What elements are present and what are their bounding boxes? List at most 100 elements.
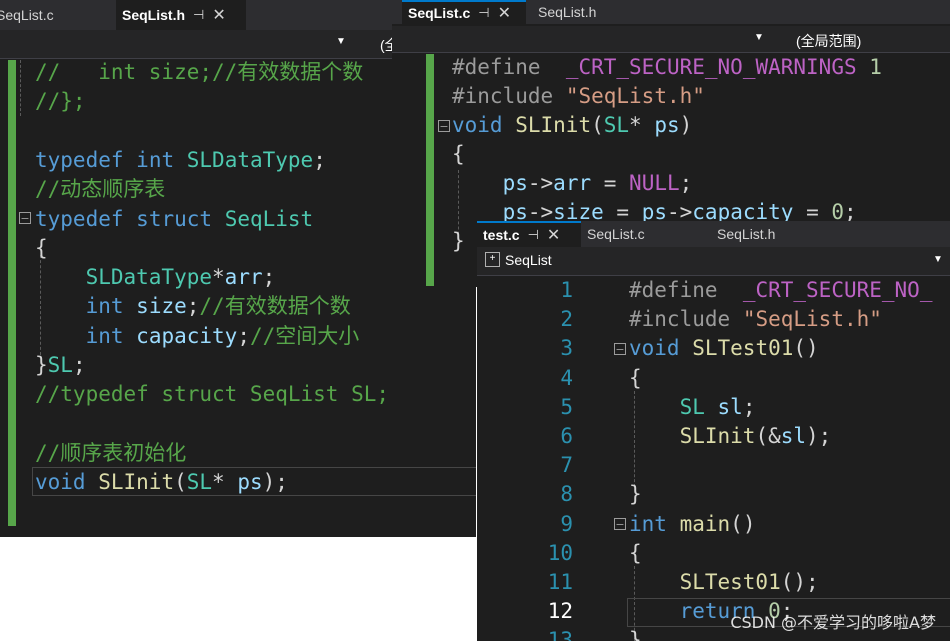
code-line: //动态顺序表 xyxy=(35,175,165,204)
tab-label: SeqList.c xyxy=(0,7,54,23)
code-line: { xyxy=(35,234,48,263)
project-dropdown[interactable]: SeqList xyxy=(505,252,552,268)
code-token: (& xyxy=(755,424,781,448)
code-token: ); xyxy=(262,470,288,495)
code-token: SeqList xyxy=(224,206,314,231)
line-number: 7 xyxy=(560,453,573,478)
code-line: ps->arr = NULL; xyxy=(452,169,693,198)
code-token: capacity xyxy=(136,323,238,348)
code-line: int capacity;//空间大小 xyxy=(35,322,360,351)
tab-test-c[interactable]: test.c ⊣ ✕ xyxy=(477,221,581,247)
chevron-down-icon[interactable]: ▼ xyxy=(754,32,764,43)
code-line: //顺序表初始化 xyxy=(35,439,186,468)
code-line: { xyxy=(452,140,465,169)
code-token: { xyxy=(35,235,48,260)
collapse-icon[interactable]: − xyxy=(614,518,626,530)
code-token: "SeqList.h" xyxy=(742,307,882,332)
code-token: } xyxy=(35,353,48,377)
code-token: _CRT_SECURE_NO_WARNINGS xyxy=(565,55,857,79)
tab-label: SeqList.h xyxy=(717,226,776,242)
code-line: typedef struct SeqList xyxy=(35,205,313,234)
code-token: main xyxy=(679,511,731,536)
code-token: sl xyxy=(717,394,743,419)
pin-icon[interactable]: ⊣ xyxy=(528,227,539,243)
code-token: * xyxy=(212,265,225,290)
code-token: ; xyxy=(186,294,200,319)
editor-test-c: test.c ⊣ ✕ SeqList.c SeqList.h + SeqList… xyxy=(477,221,950,641)
line-number: 1 xyxy=(560,278,573,302)
pin-icon[interactable]: ⊣ xyxy=(193,7,204,23)
tab-label: SeqList.c xyxy=(587,226,645,242)
code-token: SL xyxy=(603,113,630,137)
code-token: ; xyxy=(237,323,250,348)
tab-label: SeqList.h xyxy=(538,4,597,20)
code-token: ps xyxy=(237,470,263,495)
code-token: { xyxy=(452,142,465,166)
code-token: } xyxy=(629,628,642,641)
code-line: int size;//有效数据个数 xyxy=(35,292,351,321)
line-number: 13 xyxy=(547,628,573,641)
code-token: SLDataType xyxy=(85,265,213,290)
code-token: SL xyxy=(186,470,213,495)
line-number: 3 xyxy=(560,336,573,361)
code-token: arr xyxy=(553,171,592,195)
code-token: () xyxy=(730,511,756,536)
line-number: 12 xyxy=(547,599,573,624)
tab-seqlist-h[interactable]: SeqList.h ⊣ ✕ xyxy=(116,0,246,30)
code-token: SLInit xyxy=(515,113,592,137)
navigation-bar[interactable]: + SeqList ▼ xyxy=(477,247,950,276)
close-icon[interactable]: ✕ xyxy=(547,225,560,245)
line-number: 4 xyxy=(560,365,573,390)
pin-icon[interactable]: ⊣ xyxy=(478,5,489,21)
line-number: 9 xyxy=(560,511,573,536)
code-token: size xyxy=(136,294,187,319)
tab-seqlist-h[interactable]: SeqList.h xyxy=(711,221,861,247)
line-number: 11 xyxy=(547,570,573,594)
collapse-icon[interactable]: − xyxy=(438,120,450,132)
navigation-bar[interactable]: ▼ (全局范围) xyxy=(392,26,950,53)
code-token: #include xyxy=(629,307,731,332)
tab-seqlist-c[interactable]: SeqList.c xyxy=(581,221,711,247)
code-area[interactable]: #define _CRT_SECURE_NO_ #include "SeqList… xyxy=(629,276,950,641)
close-icon[interactable]: ✕ xyxy=(498,3,511,23)
code-token: ps xyxy=(654,113,680,137)
code-token: SLInit xyxy=(98,470,175,495)
code-line: #include "SeqList.h" xyxy=(452,82,705,111)
code-token: sl xyxy=(780,424,807,448)
code-token: SLInit xyxy=(679,424,756,448)
line-number: 10 xyxy=(547,540,573,565)
code-token: SL xyxy=(47,353,73,377)
tab-seqlist-h[interactable]: SeqList.h xyxy=(532,0,662,24)
code-token: -> xyxy=(527,171,554,195)
close-icon[interactable]: ✕ xyxy=(212,5,225,25)
watermark-text: CSDN @不爱学习的哆啦A梦 xyxy=(730,613,936,632)
code-line: int main() xyxy=(629,510,755,539)
code-token: ( xyxy=(174,470,187,495)
line-number-gutter: 1 2 3 4 5 6 7 8 9 10 11 12 13 xyxy=(533,276,573,641)
code-token: 1 xyxy=(869,55,882,79)
code-token: ; xyxy=(313,147,326,172)
tab-seqlist-c[interactable]: SeqList.c ⊣ ✕ xyxy=(402,0,526,24)
chevron-down-icon[interactable]: ▼ xyxy=(336,36,346,47)
code-token: int xyxy=(85,323,124,348)
tab-seqlist-c[interactable]: SeqList.c xyxy=(0,0,108,30)
chevron-down-icon[interactable]: ▼ xyxy=(933,254,943,265)
line-number: 5 xyxy=(560,394,573,419)
code-token: SLTest01 xyxy=(692,336,794,361)
code-token: ); xyxy=(806,424,832,448)
code-token: } xyxy=(452,229,465,253)
scope-dropdown[interactable]: (全局范围) xyxy=(796,31,861,51)
collapse-icon[interactable]: − xyxy=(614,343,626,355)
code-line: void SLTest01() xyxy=(629,334,819,363)
